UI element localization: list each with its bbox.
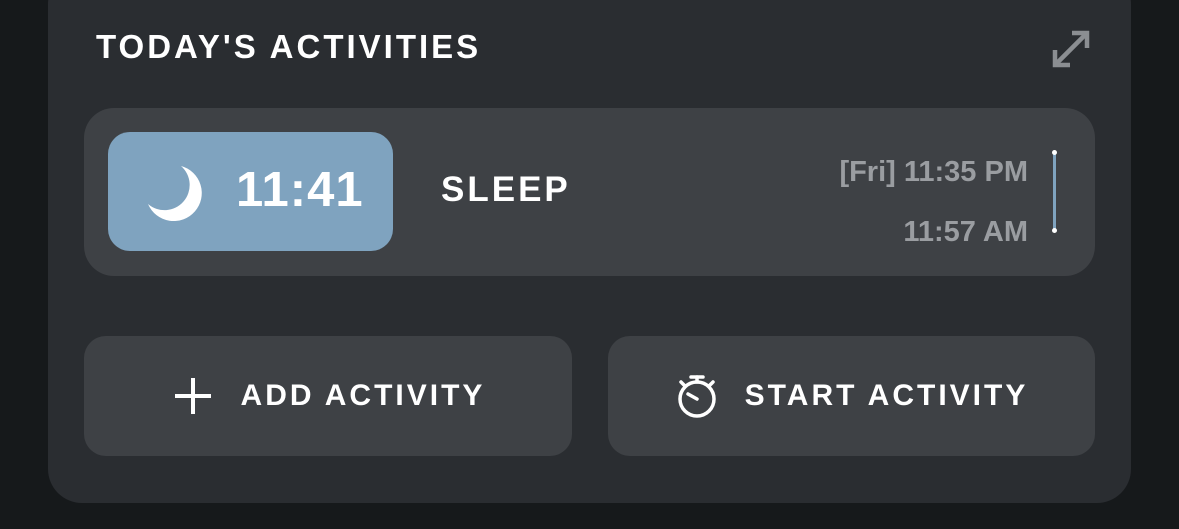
add-activity-label: ADD ACTIVITY — [240, 379, 486, 412]
time-range-start-dot — [1052, 150, 1057, 155]
stopwatch-icon — [675, 374, 719, 418]
duration-badge: 11:41 — [108, 132, 393, 251]
start-activity-button[interactable]: START ACTIVITY — [608, 336, 1095, 456]
activity-end-time: 11:57 AM — [903, 216, 1028, 248]
time-range-end-dot — [1052, 228, 1057, 233]
time-range-bar — [1053, 152, 1056, 231]
plus-icon — [171, 374, 215, 418]
widget-title: TODAY'S ACTIVITIES — [96, 28, 482, 65]
activity-name: SLEEP — [441, 170, 571, 209]
time-range-line — [1052, 150, 1057, 233]
activity-times: [Fri] 11:35 PM 11:57 AM — [728, 142, 1028, 262]
add-activity-button[interactable]: ADD ACTIVITY — [84, 336, 572, 456]
activity-start-time: [Fri] 11:35 PM — [839, 156, 1028, 188]
activity-row-sleep[interactable]: 11:41 SLEEP [Fri] 11:35 PM 11:57 AM — [84, 108, 1095, 276]
activity-duration: 11:41 — [236, 163, 364, 217]
expand-arrows-icon — [1052, 30, 1090, 68]
start-activity-label: START ACTIVITY — [744, 379, 1029, 412]
expand-button[interactable] — [1044, 22, 1098, 76]
moon-icon — [148, 166, 202, 222]
